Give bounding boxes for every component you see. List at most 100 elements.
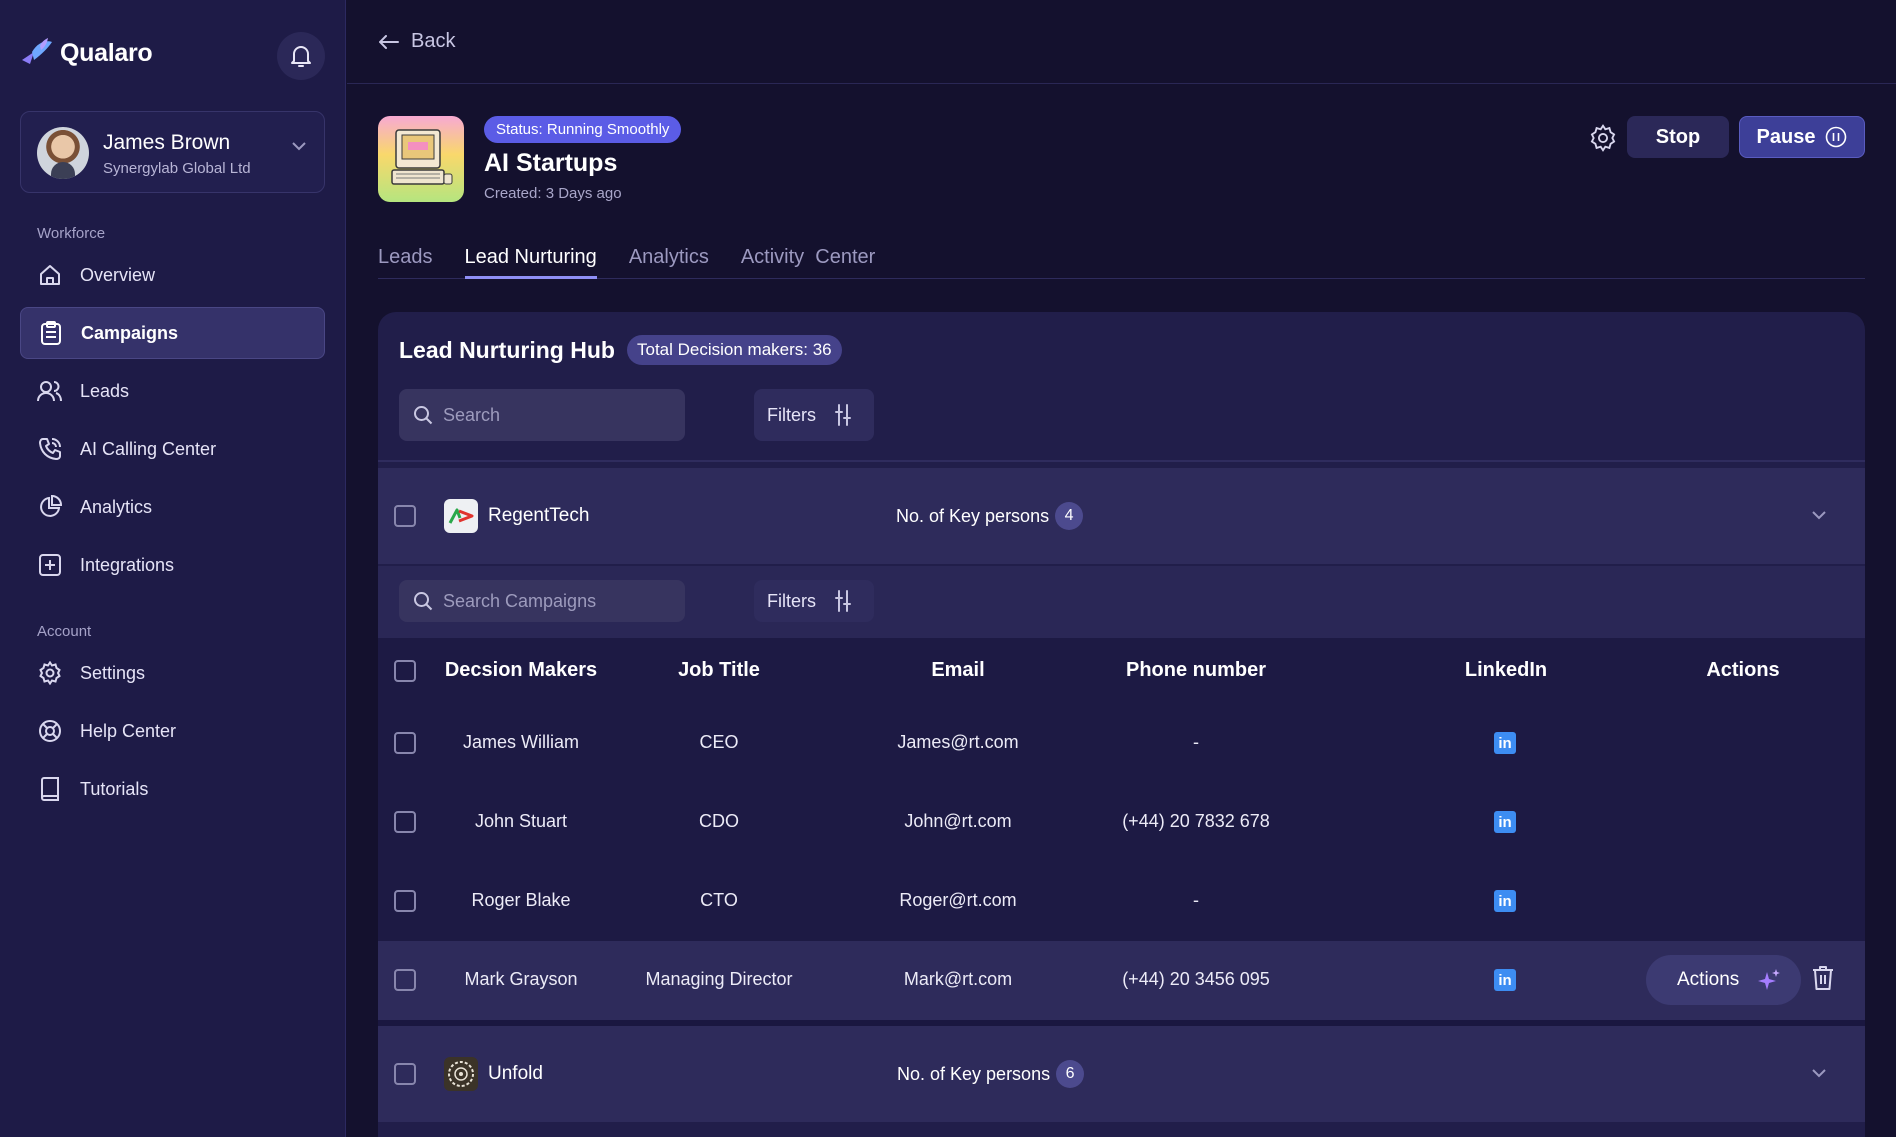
company-row-regenttech[interactable]: RegentTech No. of Key persons 4 xyxy=(378,468,1865,564)
filters-button[interactable]: Filters xyxy=(754,389,874,441)
table-row[interactable]: John Stuart CDO John@rt.com (+44) 20 783… xyxy=(378,783,1865,862)
sidebar-item-label: Leads xyxy=(80,380,130,401)
company-name: Unfold xyxy=(488,1063,543,1084)
clipboard-icon xyxy=(38,320,64,346)
actions-button[interactable]: Actions xyxy=(1646,955,1801,1005)
cell-phone: (+44) 20 7832 678 xyxy=(1122,811,1270,831)
sidebar: Qualaro James Brown Synergylab Global Lt… xyxy=(0,0,346,1137)
count-badge: 4 xyxy=(1055,502,1084,530)
row-checkbox[interactable] xyxy=(394,969,416,991)
user-name: James Brown xyxy=(103,131,231,154)
brand-name: Qualaro xyxy=(60,38,153,67)
sidebar-item-label: Campaigns xyxy=(81,322,179,343)
sidebar-item-help-center[interactable]: Help Center xyxy=(20,705,325,757)
company-name: RegentTech xyxy=(488,505,590,526)
table-row[interactable]: Mark Grayson Managing Director Mark@rt.c… xyxy=(378,941,1865,1020)
sliders-icon xyxy=(835,404,851,426)
tab-leads[interactable]: Leads xyxy=(378,246,433,279)
cell-job-title: CEO xyxy=(699,732,739,752)
key-persons-count: No. of Key persons 6 xyxy=(897,1060,1085,1088)
trash-icon[interactable] xyxy=(1812,965,1834,991)
column-header-decision-makers[interactable]: Decsion Makers xyxy=(431,659,611,682)
sidebar-item-campaigns[interactable]: Campaigns xyxy=(20,307,325,359)
sub-filters-button[interactable]: Filters xyxy=(754,580,874,622)
sidebar-item-label: Overview xyxy=(80,264,156,285)
filters-label: Filters xyxy=(767,590,816,611)
notifications-button[interactable] xyxy=(277,32,325,80)
search-placeholder: Search xyxy=(443,404,501,425)
sidebar-item-label: Tutorials xyxy=(80,778,149,799)
sidebar-item-settings[interactable]: Settings xyxy=(20,647,325,699)
plus-square-icon xyxy=(37,552,63,578)
sidebar-item-overview[interactable]: Overview xyxy=(20,249,325,301)
sidebar-item-label: Integrations xyxy=(80,554,175,575)
tab-analytics[interactable]: Analytics xyxy=(629,246,709,279)
row-checkbox[interactable] xyxy=(394,890,416,912)
row-checkbox[interactable] xyxy=(394,732,416,754)
column-header-phone[interactable]: Phone number xyxy=(1096,659,1296,682)
sidebar-item-label: Settings xyxy=(80,662,146,683)
cell-job-title: CDO xyxy=(699,811,739,831)
company-checkbox[interactable] xyxy=(394,1063,416,1085)
sidebar-item-leads[interactable]: Leads xyxy=(20,365,325,417)
sidebar-item-label: Help Center xyxy=(80,720,177,741)
tab-activity-center[interactable]: Activity Center xyxy=(741,246,875,279)
pause-button[interactable]: Pause xyxy=(1739,116,1865,158)
stop-button[interactable]: Stop xyxy=(1627,116,1729,158)
cell-email: Mark@rt.com xyxy=(903,969,1013,989)
book-icon xyxy=(37,776,63,802)
user-account-switcher[interactable]: James Brown Synergylab Global Ltd xyxy=(20,111,325,193)
sidebar-item-tutorials[interactable]: Tutorials xyxy=(20,763,325,815)
linkedin-icon[interactable]: in xyxy=(1494,811,1516,833)
sidebar-item-integrations[interactable]: Integrations xyxy=(20,539,325,591)
sidebar-item-analytics[interactable]: Analytics xyxy=(20,481,325,533)
key-persons-label: No. of Key persons xyxy=(897,1063,1051,1084)
regenttech-logo xyxy=(444,499,478,533)
cell-name: Roger Blake xyxy=(471,890,571,910)
gear-icon xyxy=(37,660,63,686)
arrow-left-icon xyxy=(379,34,399,49)
campaign-settings-button[interactable] xyxy=(1585,120,1621,156)
brand-logo[interactable]: Qualaro xyxy=(20,38,153,68)
table-header: Decsion Makers Job Title Email Phone num… xyxy=(378,638,1865,704)
back-label: Back xyxy=(411,30,456,52)
column-header-linkedin[interactable]: LinkedIn xyxy=(1406,659,1606,682)
cell-job-title: Managing Director xyxy=(645,969,793,989)
divider xyxy=(378,460,1865,462)
column-header-actions[interactable]: Actions xyxy=(1643,659,1843,682)
gear-icon xyxy=(1590,124,1616,152)
search-placeholder: Search Campaigns xyxy=(443,590,597,611)
cell-email: John@rt.com xyxy=(904,811,1012,831)
linkedin-icon[interactable]: in xyxy=(1494,890,1516,912)
logo-icon xyxy=(22,38,52,64)
tab-lead-nurturing[interactable]: Lead Nurturing xyxy=(464,246,597,279)
lead-nurturing-hub: Lead Nurturing Hub Total Decision makers… xyxy=(378,312,1865,1137)
top-bar: Back xyxy=(347,0,1896,84)
campaign-tabs: Leads Lead Nurturing Analytics Activity … xyxy=(378,246,1865,279)
company-checkbox[interactable] xyxy=(394,505,416,527)
row-checkbox[interactable] xyxy=(394,811,416,833)
select-all-checkbox[interactable] xyxy=(394,660,416,682)
column-header-job-title[interactable]: Job Title xyxy=(619,659,819,682)
linkedin-icon[interactable]: in xyxy=(1494,732,1516,754)
table-row[interactable]: James William CEO James@rt.com - in xyxy=(378,704,1865,783)
linkedin-icon[interactable]: in xyxy=(1494,969,1516,991)
bell-icon xyxy=(291,46,311,67)
company-row-unfold[interactable]: Unfold No. of Key persons 6 xyxy=(378,1026,1865,1122)
unfold-logo xyxy=(444,1057,478,1091)
chevron-down-icon xyxy=(292,142,306,151)
search-input[interactable]: Search xyxy=(399,389,685,441)
chevron-down-icon[interactable] xyxy=(1811,1068,1827,1078)
cell-name: John Stuart xyxy=(474,811,568,831)
user-organization: Synergylab Global Ltd xyxy=(103,160,251,177)
sidebar-item-ai-calling-center[interactable]: AI Calling Center xyxy=(20,423,325,475)
chevron-down-icon[interactable] xyxy=(1811,510,1827,520)
decision-makers-badge: Total Decision makers: 36 xyxy=(627,335,842,365)
column-header-email[interactable]: Email xyxy=(858,659,1058,682)
sidebar-item-label: AI Calling Center xyxy=(80,438,217,459)
table-row[interactable]: Roger Blake CTO Roger@rt.com - in xyxy=(378,862,1865,941)
section-label-workforce: Workforce xyxy=(37,225,106,242)
search-campaigns-input[interactable]: Search Campaigns xyxy=(399,580,685,622)
back-link[interactable]: Back xyxy=(379,30,455,53)
users-icon xyxy=(37,378,63,404)
